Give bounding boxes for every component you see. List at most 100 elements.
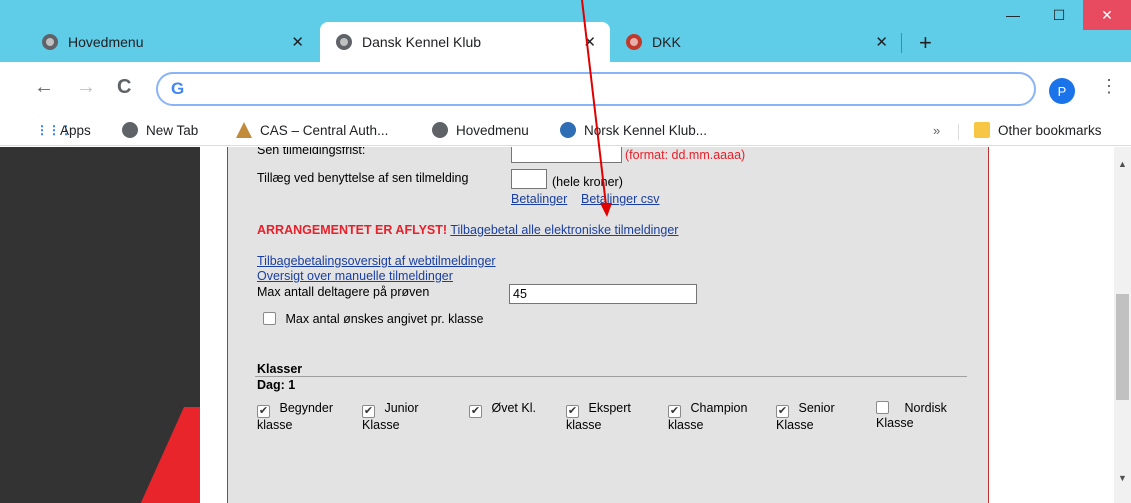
title-bar: Hovedmenu ✕ Dansk Kennel Klub ✕ DKK ✕ + … bbox=[0, 0, 1131, 62]
divider bbox=[255, 376, 967, 377]
tab-label: Dansk Kennel Klub bbox=[362, 34, 482, 50]
apps-grid-icon: ⋮⋮⋮ bbox=[36, 123, 72, 137]
scroll-up-icon[interactable]: ▲ bbox=[1118, 159, 1127, 169]
late-fee-label: Tillæg ved benyttelse af sen tilmelding bbox=[257, 171, 469, 185]
late-fee-input[interactable] bbox=[511, 169, 547, 189]
back-button[interactable]: ← bbox=[34, 76, 54, 99]
bookmark-label: Hovedmenu bbox=[456, 122, 529, 138]
class-checkbox[interactable]: ✔ bbox=[776, 405, 789, 418]
event-form: Sen tilmeldingsfrist: (format: dd.mm.aaa… bbox=[227, 147, 989, 503]
max-per-class-row: Max antal ønskes angivet pr. klasse bbox=[263, 312, 484, 326]
globe-icon bbox=[122, 122, 138, 138]
refund-all-link[interactable]: Tilbagebetal alle elektroniske tilmeldin… bbox=[450, 223, 678, 237]
class-label: Champion bbox=[690, 401, 748, 415]
vertical-scrollbar[interactable]: ▲ ▼ bbox=[1114, 147, 1131, 503]
late-deadline-label: Sen tilmeldingsfrist: bbox=[257, 147, 366, 157]
class-begynder: ✔ Begynder klasse bbox=[257, 401, 333, 433]
tab-label: Hovedmenu bbox=[68, 34, 144, 50]
bookmark-label: Other bookmarks bbox=[998, 122, 1102, 138]
close-icon[interactable]: ✕ bbox=[583, 33, 596, 51]
window-close-button[interactable]: ✕ bbox=[1083, 0, 1131, 30]
globe-icon bbox=[336, 34, 352, 50]
class-checkbox[interactable]: ✔ bbox=[668, 405, 681, 418]
class-label: Junior bbox=[384, 401, 419, 415]
divider bbox=[958, 124, 959, 140]
class-checkbox[interactable]: ✔ bbox=[362, 405, 375, 418]
class-label-line2: klasse bbox=[668, 418, 704, 432]
bookmark-norsk-kennel-klub[interactable]: Norsk Kennel Klub... bbox=[560, 122, 707, 138]
margin-strip bbox=[200, 147, 227, 503]
bookmark-label: New Tab bbox=[146, 122, 199, 138]
google-icon: G bbox=[171, 79, 185, 98]
class-checkbox[interactable] bbox=[876, 401, 889, 414]
close-icon[interactable]: ✕ bbox=[875, 33, 888, 51]
cancelled-notice: ARRANGEMENTET ER AFLYST! bbox=[257, 223, 448, 237]
day-label: Dag: 1 bbox=[257, 378, 296, 392]
bookmark-label: Norsk Kennel Klub... bbox=[584, 122, 708, 138]
class-label-line2: Klasse bbox=[776, 418, 814, 432]
cancel-row: ARRANGEMENTET ER AFLYST! Tilbagebetal al… bbox=[257, 223, 678, 237]
bookmark-cas[interactable]: CAS – Central Auth... bbox=[236, 122, 388, 138]
bookmark-apps[interactable]: ⋮⋮⋮ Apps bbox=[36, 122, 91, 138]
classes-heading: Klasser bbox=[257, 362, 303, 376]
profile-avatar[interactable]: P bbox=[1049, 78, 1075, 104]
reload-button[interactable]: C bbox=[117, 76, 131, 99]
nkk-icon bbox=[560, 122, 576, 138]
bookmark-label: CAS – Central Auth... bbox=[260, 122, 389, 138]
class-ovet: ✔ Øvet Kl. bbox=[469, 401, 536, 418]
class-label-line2: klasse bbox=[566, 418, 602, 432]
tab-separator bbox=[901, 33, 902, 53]
tab-hovedmenu[interactable]: Hovedmenu ✕ bbox=[28, 22, 318, 62]
class-label: Begynder bbox=[279, 401, 333, 415]
new-tab-button[interactable]: + bbox=[919, 30, 932, 56]
class-label-line2: klasse bbox=[257, 418, 293, 432]
tab-dansk-kennel-klub[interactable]: Dansk Kennel Klub ✕ bbox=[320, 22, 610, 62]
class-label: Nordisk bbox=[904, 401, 947, 415]
folder-icon bbox=[974, 122, 990, 138]
scroll-down-icon[interactable]: ▼ bbox=[1118, 473, 1127, 483]
class-ekspert: ✔ Ekspert klasse bbox=[566, 401, 631, 433]
globe-icon bbox=[42, 34, 58, 50]
dkk-favicon-icon bbox=[626, 34, 642, 50]
bookmark-new-tab[interactable]: New Tab bbox=[122, 122, 198, 138]
bookmarks-bar: ⋮⋮⋮ Apps New Tab CAS – Central Auth... H… bbox=[0, 118, 1131, 146]
manual-overview-link[interactable]: Oversigt over manuelle tilmeldinger bbox=[257, 269, 453, 283]
cas-icon bbox=[236, 122, 252, 138]
class-checkbox[interactable]: ✔ bbox=[566, 405, 579, 418]
class-checkbox[interactable]: ✔ bbox=[469, 405, 482, 418]
max-participants-input[interactable]: 45 bbox=[509, 284, 697, 304]
class-label: Øvet Kl. bbox=[491, 401, 536, 415]
class-junior: ✔ Junior Klasse bbox=[362, 401, 419, 433]
max-per-class-label: Max antal ønskes angivet pr. klasse bbox=[285, 312, 484, 326]
menu-icon[interactable]: ⋮ bbox=[1100, 76, 1118, 97]
payments-link[interactable]: Betalinger bbox=[511, 192, 567, 206]
class-label: Ekspert bbox=[588, 401, 631, 415]
payments-csv-link[interactable]: Betalinger csv bbox=[581, 192, 660, 206]
bookmark-hovedmenu[interactable]: Hovedmenu bbox=[432, 122, 529, 138]
class-senior: ✔ Senior Klasse bbox=[776, 401, 835, 433]
class-nordisk: Nordisk Klasse bbox=[876, 401, 947, 431]
address-bar[interactable]: G bbox=[156, 72, 1036, 106]
late-fee-unit: (hele kroner) bbox=[552, 175, 623, 189]
class-label-line2: Klasse bbox=[876, 416, 914, 430]
bookmarks-overflow-button[interactable]: » bbox=[933, 123, 940, 138]
minimize-button[interactable]: — bbox=[990, 0, 1036, 30]
forward-button[interactable]: → bbox=[76, 76, 96, 99]
globe-icon bbox=[432, 122, 448, 138]
class-label: Senior bbox=[798, 401, 835, 415]
bookmark-label: Apps bbox=[60, 122, 91, 138]
maximize-button[interactable]: ☐ bbox=[1036, 0, 1082, 30]
page-content: Sen tilmeldingsfrist: (format: dd.mm.aaa… bbox=[0, 147, 1131, 503]
late-deadline-input[interactable] bbox=[511, 147, 622, 163]
browser-toolbar: ← → C G P ⋮ bbox=[0, 62, 1131, 118]
class-champion: ✔ Champion klasse bbox=[668, 401, 747, 433]
close-icon[interactable]: ✕ bbox=[291, 33, 304, 51]
tab-dkk[interactable]: DKK ✕ bbox=[612, 22, 902, 62]
refund-overview-link[interactable]: Tilbagebetalingsoversigt af webtilmeldin… bbox=[257, 254, 496, 268]
other-bookmarks[interactable]: Other bookmarks bbox=[974, 122, 1102, 138]
max-per-class-checkbox[interactable] bbox=[263, 312, 276, 325]
class-label-line2: Klasse bbox=[362, 418, 400, 432]
scroll-thumb[interactable] bbox=[1116, 294, 1129, 400]
tab-label: DKK bbox=[652, 34, 681, 50]
class-checkbox[interactable]: ✔ bbox=[257, 405, 270, 418]
